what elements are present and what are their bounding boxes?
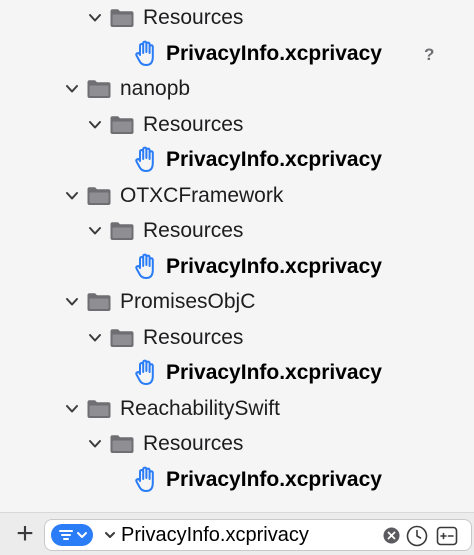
tree-row-file[interactable]: PrivacyInfo.xcprivacy?	[0, 36, 474, 72]
file-label: PrivacyInfo.xcprivacy	[166, 41, 382, 65]
chevron-down-icon[interactable]	[63, 402, 81, 416]
tree-row-folder[interactable]: Resources	[0, 107, 474, 143]
tree-row-folder[interactable]: Resources	[0, 320, 474, 356]
chevron-down-icon[interactable]	[63, 82, 81, 96]
clock-icon	[406, 525, 428, 547]
folder-icon	[110, 435, 134, 453]
file-label: PrivacyInfo.xcprivacy	[166, 254, 382, 278]
hand-raised-icon	[135, 466, 154, 492]
folder-icon	[87, 186, 111, 205]
clear-icon	[383, 527, 400, 544]
tree-row-folder[interactable]: PromisesObjC	[0, 284, 474, 320]
folder-icon	[87, 80, 111, 98]
folder-label: Resources	[143, 432, 244, 455]
filter-options-button[interactable]	[51, 524, 93, 546]
folder-icon	[87, 399, 111, 418]
file-label: PrivacyInfo.xcprivacy	[166, 361, 382, 384]
tree-row-folder[interactable]: Resources	[0, 213, 474, 249]
hand-raised-icon	[135, 359, 154, 385]
chevron-down-icon[interactable]	[63, 189, 81, 203]
project-navigator: Resources PrivacyInfo.xcprivacy? nanopb Res…	[0, 0, 474, 555]
hand-raised-icon	[135, 40, 154, 66]
folder-label: PromisesObjC	[120, 290, 256, 313]
tree-row-folder[interactable]: ReachabilitySwift	[0, 391, 474, 427]
tree-row-file[interactable]: PrivacyInfo.xcprivacy	[0, 249, 474, 285]
chevron-down-icon	[105, 532, 115, 538]
folder-label: ReachabilitySwift	[120, 396, 280, 420]
folder-label: Resources	[143, 6, 244, 29]
folder-label: Resources	[143, 219, 244, 242]
tree-row-folder[interactable]: nanopb	[0, 71, 474, 107]
folder-label: Resources	[143, 112, 244, 136]
file-label: PrivacyInfo.xcprivacy	[166, 467, 382, 491]
add-button[interactable]: +	[12, 519, 38, 549]
chevron-down-icon[interactable]	[86, 11, 104, 25]
folder-icon	[110, 9, 134, 27]
folder-icon	[110, 222, 134, 240]
folder-icon	[110, 115, 134, 134]
folder-label: nanopb	[120, 77, 191, 100]
scm-changes-icon	[436, 526, 458, 546]
folder-icon	[110, 328, 134, 347]
tree-row-file[interactable]: PrivacyInfo.xcprivacy	[0, 462, 474, 498]
tree-row-folder[interactable]: Resources	[0, 0, 474, 36]
scope-chevron-button[interactable]	[103, 528, 117, 542]
filter-field[interactable]	[44, 519, 472, 551]
tree-row-file[interactable]: PrivacyInfo.xcprivacy	[0, 142, 474, 178]
chevron-down-icon[interactable]	[86, 118, 104, 132]
clear-search-button[interactable]	[383, 527, 400, 544]
hand-raised-icon	[135, 253, 154, 279]
filter-icon	[59, 530, 87, 540]
tree-row-file[interactable]: PrivacyInfo.xcprivacy	[0, 355, 474, 391]
chevron-down-icon[interactable]	[63, 295, 81, 309]
hand-raised-icon	[135, 146, 154, 172]
tree-row-folder[interactable]: OTXCFramework	[0, 178, 474, 214]
scm-status-badge: ?	[424, 44, 435, 64]
folder-icon	[87, 293, 111, 311]
file-tree: Resources PrivacyInfo.xcprivacy? nanopb Res…	[0, 0, 474, 510]
chevron-down-icon[interactable]	[86, 331, 104, 345]
folder-label: OTXCFramework	[120, 183, 284, 207]
folder-label: Resources	[143, 325, 244, 349]
tree-row-folder[interactable]: Resources	[0, 426, 474, 462]
source-control-filter-button[interactable]	[435, 524, 459, 548]
search-input[interactable]	[121, 520, 391, 550]
chevron-down-icon[interactable]	[86, 224, 104, 238]
recent-files-button[interactable]	[405, 524, 429, 548]
chevron-down-icon[interactable]	[86, 437, 104, 451]
navigator-filter-bar: +	[0, 512, 474, 555]
file-label: PrivacyInfo.xcprivacy	[166, 148, 382, 171]
